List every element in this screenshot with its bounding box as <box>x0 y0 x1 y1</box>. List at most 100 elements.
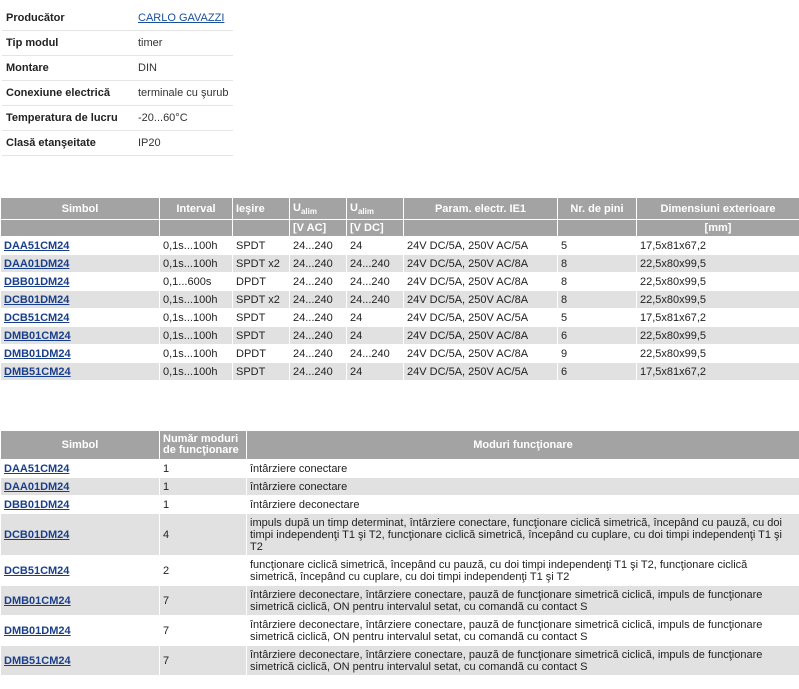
cell-nr-moduri: 1 <box>159 495 247 514</box>
header-unit-vdc: [V DC] <box>346 219 404 237</box>
cell-interval: 0,1s...100h <box>159 236 233 255</box>
spec-value: terminale cu şurub <box>134 80 233 106</box>
cell-param: 24V DC/5A, 250V AC/5A <box>403 308 558 327</box>
product-symbol-link[interactable]: DBB01DM24 <box>4 499 69 511</box>
table-row: DAA51CM24 1 întârziere conectare <box>0 459 799 478</box>
spec-value: timer <box>134 30 233 56</box>
cell-interval: 0,1s...100h <box>159 290 233 309</box>
header-dim: Dimensiuni exterioare <box>636 197 799 220</box>
cell-u-dc: 24 <box>346 308 404 327</box>
cell-u-dc: 24...240 <box>346 272 404 291</box>
spec-label: Temperatura de lucru <box>2 105 134 131</box>
table-row: DAA01DM24 0,1s...100h SPDT x2 24...240 24...… <box>0 254 799 273</box>
cell-u-ac: 24...240 <box>289 236 347 255</box>
cell-iesire: SPDT <box>232 362 290 381</box>
cell-iesire: SPDT x2 <box>232 254 290 273</box>
cell-param: 24V DC/5A, 250V AC/8A <box>403 254 558 273</box>
cell-pini: 8 <box>557 290 637 309</box>
table-row: DMB01DM24 0,1s...100h DPDT 24...240 24...240… <box>0 344 799 363</box>
cell-interval: 0,1s...100h <box>159 326 233 345</box>
table-row: DBB01DM24 1 întârziere deconectare <box>0 495 799 514</box>
cell-u-dc: 24 <box>346 326 404 345</box>
product-symbol-link[interactable]: DCB01DM24 <box>4 294 69 306</box>
product-symbol-link[interactable]: DMB51CM24 <box>4 655 71 667</box>
cell-u-ac: 24...240 <box>289 326 347 345</box>
cell-pini: 5 <box>557 308 637 327</box>
cell-pini: 6 <box>557 362 637 381</box>
cell-param: 24V DC/5A, 250V AC/8A <box>403 326 558 345</box>
table-row: DAA51CM24 0,1s...100h SPDT 24...240 24 24V DC… <box>0 236 799 255</box>
cell-u-ac: 24...240 <box>289 272 347 291</box>
cell-iesire: SPDT <box>232 308 290 327</box>
product-symbol-link[interactable]: DCB51CM24 <box>4 565 69 577</box>
spec-row: Montare DIN <box>2 55 233 81</box>
cell-param: 24V DC/5A, 250V AC/8A <box>403 344 558 363</box>
spec-row: Clasă etanşeitate IP20 <box>2 130 233 156</box>
table-row: DCB01DM24 4 impuls după un timp determinat… <box>0 513 799 556</box>
product-symbol-link[interactable]: DMB51CM24 <box>4 366 71 378</box>
cell-iesire: DPDT <box>232 344 290 363</box>
spec-label: Producător <box>2 6 134 31</box>
table-row: DCB51CM24 0,1s...100h SPDT 24...240 24 24V DC… <box>0 308 799 327</box>
cell-u-ac: 24...240 <box>289 344 347 363</box>
product-symbol-link[interactable]: DAA01DM24 <box>4 481 69 493</box>
cell-u-ac: 24...240 <box>289 308 347 327</box>
table-row: DMB01DM24 7 întârziere deconectare, întârz… <box>0 615 799 646</box>
cell-iesire: DPDT <box>232 272 290 291</box>
spec-value: -20...60°C <box>134 105 233 131</box>
cell-moduri: întârziere deconectare, întârziere conec… <box>246 585 799 616</box>
cell-nr-moduri: 2 <box>159 555 247 586</box>
product-symbol-link[interactable]: DBB01DM24 <box>4 276 69 288</box>
spec-label: Montare <box>2 55 134 81</box>
table-row: DMB01CM24 7 întârziere deconectare, întârz… <box>0 585 799 616</box>
cell-u-ac: 24...240 <box>289 290 347 309</box>
cell-dim: 22,5x80x99,5 <box>636 272 799 291</box>
table-row: DBB01DM24 0,1...600s DPDT 24...240 24...240 2… <box>0 272 799 291</box>
cell-nr-moduri: 7 <box>159 585 247 616</box>
cell-interval: 0,1...600s <box>159 272 233 291</box>
cell-pini: 8 <box>557 254 637 273</box>
cell-moduri: funcţionare ciclică simetrică, începând … <box>246 555 799 586</box>
cell-iesire: SPDT x2 <box>232 290 290 309</box>
spec-label: Tip modul <box>2 30 134 56</box>
table-row: DMB01CM24 0,1s...100h SPDT 24...240 24 24V DC… <box>0 326 799 345</box>
product-symbol-link[interactable]: DMB01DM24 <box>4 348 71 360</box>
manufacturer-link[interactable]: CARLO GAVAZZI <box>138 12 224 24</box>
cell-param: 24V DC/5A, 250V AC/5A <box>403 236 558 255</box>
product-symbol-link[interactable]: DAA01DM24 <box>4 258 69 270</box>
product-symbol-link[interactable]: DCB51CM24 <box>4 312 69 324</box>
cell-dim: 17,5x81x67,2 <box>636 308 799 327</box>
cell-moduri: întârziere conectare <box>246 477 799 496</box>
cell-nr-moduri: 7 <box>159 645 247 676</box>
cell-moduri: impuls după un timp determinat, întârzie… <box>246 513 799 556</box>
cell-iesire: SPDT <box>232 326 290 345</box>
cell-u-dc: 24...240 <box>346 344 404 363</box>
cell-pini: 6 <box>557 326 637 345</box>
product-symbol-link[interactable]: DCB01DM24 <box>4 529 69 541</box>
modes-table: Simbol Număr moduri de funcţionare Modur… <box>0 430 799 676</box>
cell-param: 24V DC/5A, 250V AC/5A <box>403 362 558 381</box>
header-nr-moduri: Număr moduri de funcţionare <box>159 430 247 460</box>
cell-interval: 0,1s...100h <box>159 344 233 363</box>
cell-interval: 0,1s...100h <box>159 308 233 327</box>
product-symbol-link[interactable]: DMB01CM24 <box>4 595 71 607</box>
header-param: Param. electr. IE1 <box>403 197 558 220</box>
product-symbol-link[interactable]: DAA51CM24 <box>4 463 69 475</box>
header-iesire: Ieşire <box>232 197 290 220</box>
product-symbol-link[interactable]: DMB01CM24 <box>4 330 71 342</box>
header-pini: Nr. de pini <box>557 197 637 220</box>
product-symbol-link[interactable]: DAA51CM24 <box>4 240 69 252</box>
cell-dim: 22,5x80x99,5 <box>636 344 799 363</box>
cell-dim: 17,5x81x67,2 <box>636 362 799 381</box>
cell-moduri: întârziere deconectare <box>246 495 799 514</box>
product-symbol-link[interactable]: DMB01DM24 <box>4 625 71 637</box>
cell-moduri: întârziere deconectare, întârziere conec… <box>246 615 799 646</box>
spec-label: Clasă etanşeitate <box>2 130 134 156</box>
cell-u-dc: 24...240 <box>346 254 404 273</box>
header-u-alim-ac: Ualim <box>289 197 347 220</box>
spec-value: DIN <box>134 55 233 81</box>
cell-interval: 0,1s...100h <box>159 254 233 273</box>
products-table: Simbol Interval Ieşire Ualim Ualim Param… <box>0 197 799 381</box>
product-spec-table: Producător CARLO GAVAZZI Tip modul timer… <box>2 6 233 156</box>
cell-u-dc: 24 <box>346 362 404 381</box>
